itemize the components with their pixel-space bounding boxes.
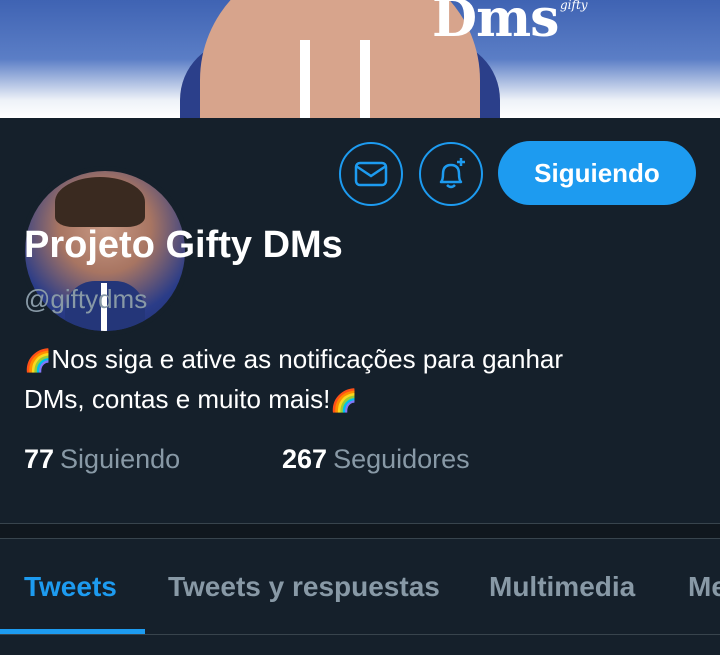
profile-handle: @giftydms: [24, 284, 148, 314]
rainbow-emoji: 🌈: [24, 348, 52, 373]
profile-name: Projeto Gifty DMs: [24, 224, 343, 266]
followers-label: Seguidores: [333, 444, 470, 474]
profile-banner[interactable]: Dms gifty: [0, 0, 720, 118]
bio-line-2: DMs, contas e muito mais!: [24, 384, 331, 414]
tab-likes[interactable]: Me: [688, 571, 720, 603]
profile-bio: 🌈Nos siga e ative as notificações para g…: [24, 340, 714, 420]
followers-count: 267: [282, 444, 328, 474]
banner-stripe: [300, 40, 310, 118]
following-count: 77: [24, 444, 55, 474]
envelope-icon: [354, 161, 388, 187]
following-stat[interactable]: 77 Siguiendo: [24, 444, 180, 475]
rainbow-emoji: 🌈: [330, 388, 358, 413]
followers-stat[interactable]: 267 Seguidores: [282, 444, 470, 475]
tabs-bottom-border: [0, 634, 720, 635]
following-label: Siguiendo: [60, 444, 181, 474]
tab-media[interactable]: Multimedia: [489, 571, 635, 603]
following-button[interactable]: Siguiendo: [498, 141, 696, 205]
profile-tabs: Tweets Tweets y respuestas Multimedia Me: [0, 539, 720, 655]
notifications-button[interactable]: [419, 142, 483, 206]
bio-line-1: Nos siga e ative as notificações para ga…: [51, 344, 564, 374]
banner-small-text: gifty: [560, 0, 588, 12]
bell-plus-icon: [439, 158, 465, 189]
banner-logo-text: Dms: [432, 0, 559, 49]
tab-tweets[interactable]: Tweets: [24, 571, 117, 603]
message-button[interactable]: [339, 142, 403, 206]
tab-tweets-replies[interactable]: Tweets y respuestas: [168, 571, 440, 603]
section-divider: [0, 523, 720, 539]
banner-stripe: [360, 40, 370, 118]
avatar-hair: [55, 177, 145, 227]
